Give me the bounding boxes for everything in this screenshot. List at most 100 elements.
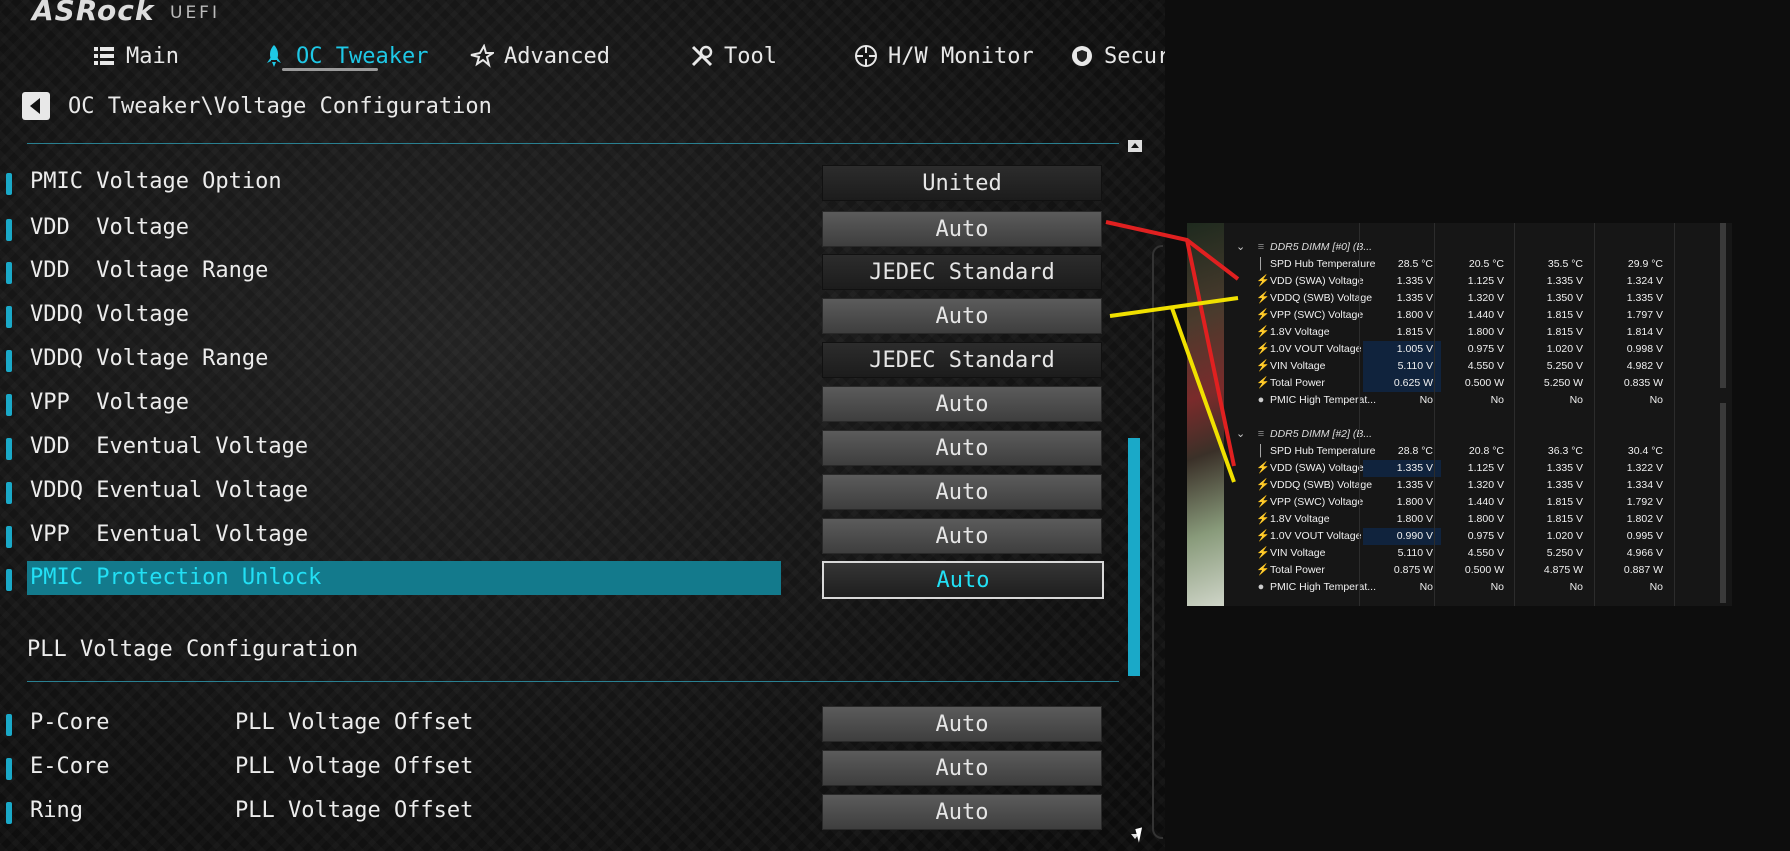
sensor-group-header[interactable]: ⌄ ≡ DDR5 DIMM [#0] (B... (1224, 239, 1719, 256)
setting-label: VDDQ Eventual Voltage (30, 478, 309, 503)
sensor-row[interactable]: ⚡ Total Power 0.875 W 0.500 W 4.875 W 0.887 W (1224, 562, 1719, 579)
setting-label: VPP Voltage (30, 390, 189, 415)
sensor-name: VDD (SWA) Voltage (1270, 275, 1364, 287)
wrench-icon (691, 45, 713, 67)
sensor-value: 1.334 V (1626, 479, 1663, 491)
setting-row[interactable]: VDDQ Voltage Auto (0, 298, 1102, 336)
sensor-row[interactable]: ⚡ 1.0V VOUT Voltage 1.005 V 0.975 V 1.020 V 0… (1224, 341, 1719, 358)
setting-value[interactable]: JEDEC Standard (822, 342, 1102, 378)
sensor-row[interactable]: ● PMIC High Temperat... No No No No (1224, 392, 1719, 409)
row-indicator (6, 482, 12, 504)
sensor-row[interactable]: ⚡ VIN Voltage 5.110 V 4.550 V 5.250 V 4.982 V (1224, 358, 1719, 375)
setting-value[interactable]: Auto (822, 474, 1102, 510)
setting-row[interactable]: VDD Voltage Auto (0, 211, 1102, 249)
setting-value[interactable]: Auto (822, 794, 1102, 830)
bolt-icon: ⚡ (1256, 275, 1270, 287)
tab-tool[interactable]: Tool (690, 38, 777, 74)
sensor-group-header[interactable]: ⌄ ≡ DDR5 DIMM [#2] (B... (1224, 426, 1719, 443)
setting-row[interactable]: PMIC Voltage Option United (0, 165, 1102, 203)
tab-main-label: Main (126, 43, 179, 69)
setting-value[interactable]: JEDEC Standard (822, 254, 1102, 290)
scroll-up-button[interactable] (1128, 140, 1142, 152)
tab-security[interactable]: Securi (1070, 38, 1165, 74)
bolt-icon: ⚡ (1256, 326, 1270, 338)
setting-row[interactable]: E-Core PLL Voltage Offset Auto (0, 750, 1102, 788)
sensor-grid: ⌄ ≡ DDR5 DIMM [#0] (B... │ SPD Hub Temperatu… (1224, 223, 1732, 606)
tab-tool-label: Tool (724, 43, 777, 69)
sensor-row[interactable]: ⚡ 1.8V Voltage 1.800 V 1.800 V 1.815 V 1.802 … (1224, 511, 1719, 528)
setting-value[interactable]: Auto (822, 211, 1102, 247)
setting-row[interactable]: Ring PLL Voltage Offset Auto (0, 794, 1102, 832)
sensor-row[interactable]: ⚡ Total Power 0.625 W 0.500 W 5.250 W 0.835 W (1224, 375, 1719, 392)
sensor-name: VDDQ (SWB) Voltage (1270, 292, 1373, 304)
sensor-row[interactable]: ⚡ VDD (SWA) Voltage 1.335 V 1.125 V 1.335 V 1… (1224, 460, 1719, 477)
column-separator (1434, 223, 1435, 606)
row-indicator (6, 350, 12, 372)
setting-label: VPP Eventual Voltage (30, 522, 309, 547)
sensor-row[interactable]: ⚡ VDDQ (SWB) Voltage 1.335 V 1.320 V 1.335 V… (1224, 477, 1719, 494)
sensor-row[interactable]: ⚡ VPP (SWC) Voltage 1.800 V 1.440 V 1.815 V 1… (1224, 307, 1719, 324)
row-indicator (6, 219, 12, 241)
setting-value[interactable]: Auto (822, 706, 1102, 742)
sensor-row[interactable]: │ SPD Hub Temperature 28.8 °C 20.8 °C 36.3 °… (1224, 443, 1719, 460)
sensor-row[interactable]: ⚡ VDD (SWA) Voltage 1.335 V 1.125 V 1.335 V 1… (1224, 273, 1719, 290)
sensor-row[interactable]: ⚡ 1.8V Voltage 1.815 V 1.800 V 1.815 V 1.814 … (1224, 324, 1719, 341)
setting-row[interactable]: P-Core PLL Voltage Offset Auto (0, 706, 1102, 744)
sensor-value: 5.250 V (1546, 547, 1583, 559)
sensor-value: 0.625 W (1393, 377, 1433, 389)
setting-value[interactable]: Auto (822, 750, 1102, 786)
setting-value[interactable]: Auto (822, 386, 1102, 422)
setting-row[interactable]: VDD Eventual Voltage Auto (0, 430, 1102, 468)
sensor-name: Total Power (1270, 564, 1325, 576)
setting-value[interactable]: Auto (822, 430, 1102, 466)
sensor-scrollbar[interactable] (1720, 403, 1726, 603)
bolt-icon: ⚡ (1256, 479, 1270, 491)
row-indicator (6, 394, 12, 416)
setting-value[interactable]: Auto (822, 298, 1102, 334)
background-image (1187, 223, 1224, 606)
tab-hw-monitor[interactable]: H/W Monitor (854, 38, 1034, 74)
sensor-value: 1.800 V (1396, 513, 1433, 525)
setting-row[interactable]: VDDQ Voltage Range JEDEC Standard (0, 342, 1102, 380)
sensor-name: VIN Voltage (1270, 547, 1326, 559)
sensor-row[interactable]: ⚡ VIN Voltage 5.110 V 4.550 V 5.250 V 4.966 V (1224, 545, 1719, 562)
sensor-row[interactable]: ● PMIC High Temperat... No No No No (1224, 579, 1719, 596)
scrollbar-thumb[interactable] (1128, 438, 1140, 676)
sensor-name: VIN Voltage (1270, 360, 1326, 372)
sensor-value: 5.110 V (1397, 547, 1433, 559)
setting-row[interactable]: VPP Voltage Auto (0, 386, 1102, 424)
sensor-panel: ⌄ ≡ DDR5 DIMM [#0] (B... │ SPD Hub Temperatu… (1187, 223, 1732, 606)
back-button[interactable] (22, 92, 50, 120)
tab-advanced[interactable]: Advanced (470, 38, 610, 74)
setting-label: VDDQ Voltage Range (30, 346, 269, 371)
setting-value[interactable]: Auto (822, 518, 1102, 554)
sensor-value: 36.3 °C (1547, 445, 1583, 457)
tab-main[interactable]: Main (92, 38, 179, 74)
sensor-value: 1.020 V (1546, 530, 1583, 542)
sensor-value: 1.815 V (1546, 326, 1583, 338)
setting-row[interactable]: VPP Eventual Voltage Auto (0, 518, 1102, 556)
setting-value[interactable]: United (822, 165, 1102, 201)
setting-row-selected[interactable]: PMIC Protection Unlock Auto (0, 561, 1104, 599)
sensor-value: No (1490, 394, 1504, 406)
sensor-value: 1.322 V (1626, 462, 1663, 474)
sensor-value: 4.966 V (1626, 547, 1663, 559)
row-indicator (6, 802, 12, 824)
memory-icon: ≡ (1257, 428, 1265, 440)
setting-value[interactable]: Auto (822, 561, 1104, 599)
sensor-value: 29.9 °C (1627, 258, 1663, 270)
sensor-row[interactable]: ⚡ 1.0V VOUT Voltage 0.990 V 0.975 V 1.020 V 0… (1224, 528, 1719, 545)
sensor-value: No (1649, 394, 1663, 406)
sensor-value: 1.802 V (1626, 513, 1663, 525)
sensor-value: 5.250 W (1543, 377, 1583, 389)
sensor-scrollbar[interactable] (1720, 223, 1726, 388)
tab-oc-tweaker-label: OC Tweaker (296, 43, 429, 69)
sensor-value: 1.335 V (1626, 292, 1663, 304)
setting-row[interactable]: VDDQ Eventual Voltage Auto (0, 474, 1102, 512)
sensor-value: 1.320 V (1467, 292, 1504, 304)
sensor-row[interactable]: │ SPD Hub Temperature 28.5 °C 20.5 °C 35.5 °… (1224, 256, 1719, 273)
sensor-value: 1.005 V (1396, 343, 1433, 355)
sensor-row[interactable]: ⚡ VDDQ (SWB) Voltage 1.335 V 1.320 V 1.350 V… (1224, 290, 1719, 307)
setting-row[interactable]: VDD Voltage Range JEDEC Standard (0, 254, 1102, 292)
sensor-row[interactable]: ⚡ VPP (SWC) Voltage 1.800 V 1.440 V 1.815 V 1… (1224, 494, 1719, 511)
